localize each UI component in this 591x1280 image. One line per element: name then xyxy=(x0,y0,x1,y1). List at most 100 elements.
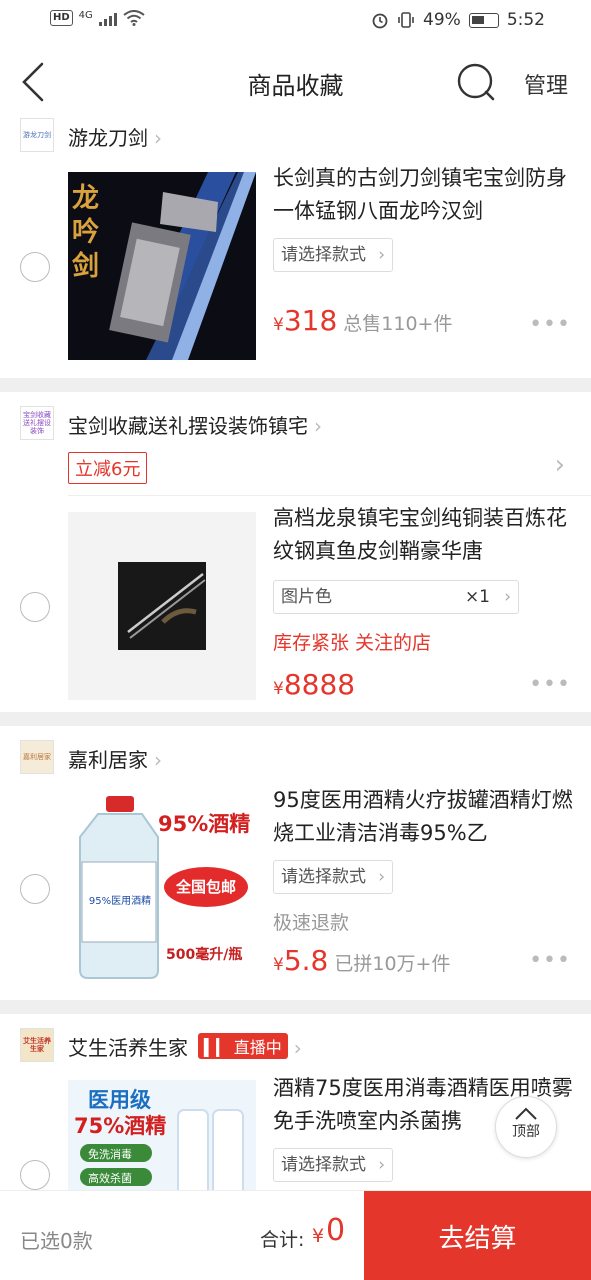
sku-selector[interactable]: 请选择款式 › xyxy=(273,1148,393,1182)
image-caption: 高效杀菌 xyxy=(88,1172,132,1185)
shop-header[interactable]: 游龙刀剑 游龙刀剑 › xyxy=(0,118,591,156)
divider xyxy=(0,378,591,392)
chevron-right-icon: › xyxy=(154,748,162,772)
stock-note: 库存紧张 关注的店 xyxy=(273,632,432,654)
product-image[interactable]: 95%酒精 全国包邮 500毫升/瓶 95%医用酒精 xyxy=(68,792,256,980)
chevron-right-icon: › xyxy=(293,1036,302,1060)
total-currency: ¥ xyxy=(312,1225,325,1247)
price-value: 8888 xyxy=(283,668,356,701)
checkout-bar: 已选0款 合计: ¥ 0 去结算 xyxy=(0,1190,591,1280)
image-caption: 75%酒精 xyxy=(74,1114,167,1138)
live-icon: ▍▎ xyxy=(204,1038,234,1057)
product-item[interactable]: 龙吟剑 长剑真的古剑刀剑镇宅宝剑防身一体锰钢八面龙吟汉剑 请选择款式 › ¥318… xyxy=(0,156,591,378)
total-label: 合计: xyxy=(260,1229,305,1251)
image-caption: 全国包邮 xyxy=(176,878,237,896)
shop-name: 宝剑收藏送礼摆设装饰镇宅 xyxy=(68,414,308,438)
selected-count: 已选0款 xyxy=(20,1229,93,1253)
image-caption: 500毫升/瓶 xyxy=(166,947,243,963)
coupon-row[interactable]: 立减6元 › xyxy=(68,444,591,496)
status-left: HD 4G xyxy=(50,10,145,26)
shop-name: 艾生活养生家 xyxy=(68,1036,188,1060)
shop-logo: 艾生活养生家 xyxy=(20,1028,54,1062)
total-value: 0 xyxy=(326,1213,346,1248)
live-badge[interactable]: ▍▎ 直播中 xyxy=(198,1033,288,1059)
currency: ¥ xyxy=(273,679,284,699)
image-caption: 龙吟剑 xyxy=(72,183,99,282)
select-radio[interactable] xyxy=(20,1160,50,1190)
sku-selector[interactable]: 请选择款式 › xyxy=(273,860,393,894)
shop-card: 宝剑收藏送礼摆设装饰 宝剑收藏送礼摆设装饰镇宅 › 立减6元 › 高档龙泉镇宅宝… xyxy=(0,392,591,704)
more-icon[interactable]: ••• xyxy=(529,312,571,337)
price: ¥5.8 已拼10万+件 xyxy=(273,944,450,977)
product-item[interactable]: 高档龙泉镇宅宝剑纯铜装百炼花纹钢真鱼皮剑鞘豪华唐 图片色 ×1 › 库存紧张 关注的… xyxy=(0,496,591,704)
shop-logo: 嘉利居家 xyxy=(20,740,54,774)
image-caption: 95%医用酒精 xyxy=(88,896,152,907)
shop-card: 游龙刀剑 游龙刀剑 › 龙吟剑 长剑真的古剑刀剑镇宅宝剑防身一体锰钢八面龙吟汉剑… xyxy=(0,118,591,378)
alarm-icon xyxy=(372,13,388,29)
chevron-right-icon: › xyxy=(314,414,322,438)
currency: ¥ xyxy=(273,955,284,975)
select-radio[interactable] xyxy=(20,252,50,282)
checkout-button[interactable]: 去结算 xyxy=(364,1191,591,1280)
chevron-right-icon[interactable]: › xyxy=(555,450,565,480)
price-value: 5.8 xyxy=(283,944,329,977)
search-icon[interactable] xyxy=(456,62,496,102)
battery-icon xyxy=(468,12,499,28)
sku-quantity: ×1 xyxy=(464,587,490,607)
chevron-right-icon: › xyxy=(378,867,385,887)
shop-header[interactable]: 宝剑收藏送礼摆设装饰 宝剑收藏送礼摆设装饰镇宅 › xyxy=(0,406,591,444)
sold-count: 总售110+件 xyxy=(343,313,453,335)
shop-name: 嘉利居家 xyxy=(68,748,148,772)
status-right: 49% 5:52 xyxy=(371,10,545,30)
price: ¥318 总售110+件 xyxy=(273,304,452,337)
chevron-right-icon: › xyxy=(378,1155,385,1175)
shop-logo: 宝剑收藏送礼摆设装饰 xyxy=(20,406,54,440)
chevron-right-icon: › xyxy=(504,587,511,607)
product-item[interactable]: 95%酒精 全国包邮 500毫升/瓶 95%医用酒精 95度医用酒精火疗拔罐酒精… xyxy=(0,778,591,1000)
signal-icon xyxy=(98,10,117,26)
hd-badge: HD xyxy=(50,10,73,26)
coupon-badge[interactable]: 立减6元 xyxy=(68,452,148,484)
back-to-top-button[interactable]: 顶部 xyxy=(495,1096,557,1158)
favorites-list: 游龙刀剑 游龙刀剑 › 龙吟剑 长剑真的古剑刀剑镇宅宝剑防身一体锰钢八面龙吟汉剑… xyxy=(0,118,591,1190)
price-value: 318 xyxy=(283,304,338,337)
more-icon[interactable]: ••• xyxy=(529,948,571,973)
select-radio[interactable] xyxy=(20,874,50,904)
vibrate-icon xyxy=(398,12,414,28)
back-to-top-label: 顶部 xyxy=(512,1124,540,1140)
divider xyxy=(0,712,591,726)
shop-card: 艾生活养生家 艾生活养生家 ▍▎ 直播中 › 医用级 75%酒精 免洗消毒 高效… xyxy=(0,1014,591,1190)
product-title[interactable]: 高档龙泉镇宅宝剑纯铜装百炼花纹钢真鱼皮剑鞘豪华唐 xyxy=(273,502,573,568)
more-icon[interactable]: ••• xyxy=(529,672,571,697)
sku-label: 请选择款式 xyxy=(281,245,366,265)
product-image[interactable]: 龙吟剑 xyxy=(68,172,256,360)
image-caption: 免洗消毒 xyxy=(88,1148,132,1161)
chevron-up-icon xyxy=(515,1107,537,1120)
currency: ¥ xyxy=(273,315,284,335)
battery-percent: 49% xyxy=(423,10,461,30)
divider xyxy=(0,1000,591,1014)
sku-label: 请选择款式 xyxy=(281,867,366,887)
product-image[interactable]: 医用级 75%酒精 免洗消毒 高效杀菌 xyxy=(68,1080,256,1190)
chevron-right-icon: › xyxy=(378,245,385,265)
sku-label: 请选择款式 xyxy=(281,1155,366,1175)
product-title[interactable]: 95度医用酒精火疗拔罐酒精灯燃烧工业清洁消毒95%乙 xyxy=(273,784,573,850)
favorites-page: HD 4G 49% 5:52 商品收藏 管理 游龙刀剑 游龙刀剑 › 龙吟剑 长… xyxy=(0,0,591,1280)
manage-button[interactable]: 管理 xyxy=(524,68,568,100)
price: ¥8888 xyxy=(273,668,355,701)
nav-header: 商品收藏 管理 xyxy=(0,44,591,118)
wifi-icon xyxy=(123,10,145,26)
sku-selector[interactable]: 请选择款式 › xyxy=(273,238,393,272)
shop-header[interactable]: 艾生活养生家 艾生活养生家 ▍▎ 直播中 › xyxy=(0,1028,591,1066)
product-image[interactable] xyxy=(68,512,256,700)
page-title: 商品收藏 xyxy=(247,72,344,100)
live-label: 直播中 xyxy=(233,1038,282,1057)
sku-selector[interactable]: 图片色 ×1 › xyxy=(273,580,519,614)
product-title[interactable]: 长剑真的古剑刀剑镇宅宝剑防身一体锰钢八面龙吟汉剑 xyxy=(273,162,573,228)
image-caption: 95%酒精 xyxy=(158,812,251,836)
clock: 5:52 xyxy=(506,10,545,30)
shop-logo: 游龙刀剑 xyxy=(20,118,54,152)
select-radio[interactable] xyxy=(20,592,50,622)
shop-header[interactable]: 嘉利居家 嘉利居家 › xyxy=(0,740,591,778)
network-label: 4G xyxy=(78,10,93,21)
